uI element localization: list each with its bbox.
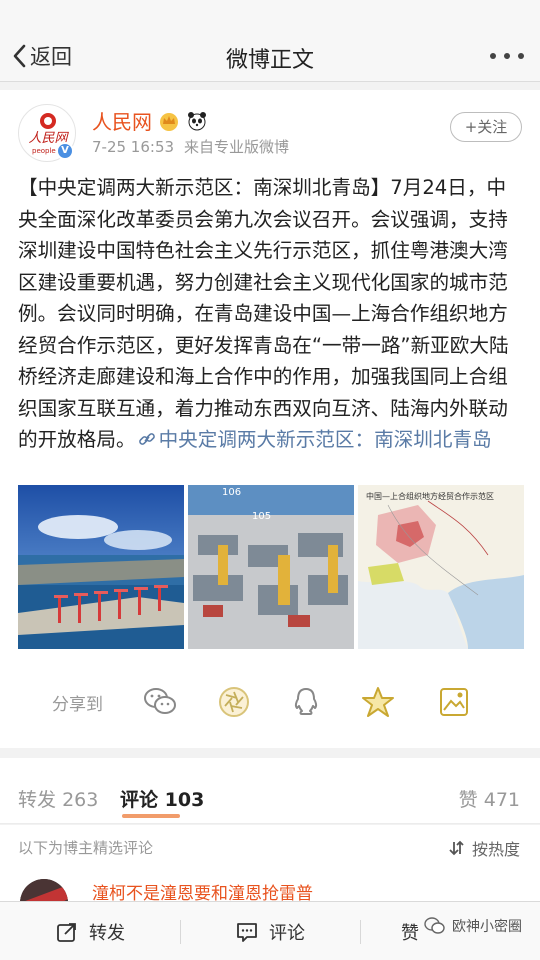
post-meta: 7-25 16:53 来自专业版微博: [92, 136, 289, 157]
commenter-name[interactable]: 潼柯不是潼恩要和潼恩抢雷普: [92, 879, 313, 901]
image-grid: 106 105 中国—上合组织地方经贸合作示范区: [18, 485, 524, 649]
featured-comments-note: 以下为博主精选评论: [18, 839, 154, 857]
author-name-link[interactable]: 人民网: [92, 106, 208, 135]
tab-likes-count: 471: [483, 789, 520, 811]
comment-label: 评论: [269, 922, 305, 944]
comment-tabs: 转发 263 评论 103 赞 471: [0, 758, 540, 824]
image-number-2: 105: [252, 511, 271, 522]
more-icon[interactable]: [490, 48, 524, 64]
watermark-text: 欧神小密圈: [452, 919, 522, 935]
moments-icon[interactable]: [216, 684, 252, 720]
status-bar: [0, 0, 540, 30]
repost-button[interactable]: 转发: [0, 902, 180, 960]
qzone-icon[interactable]: [360, 684, 396, 720]
image-number-1: 106: [222, 487, 241, 498]
avatar-logo-sub: people.: [32, 147, 58, 155]
map-title: 中国—上合组织地方经贸合作示范区: [366, 491, 494, 501]
qq-icon[interactable]: [288, 684, 324, 720]
active-tab-indicator: [122, 814, 180, 818]
tab-reposts-count: 263: [62, 789, 99, 811]
post-time: 7-25 16:53: [92, 138, 175, 156]
crown-icon: [160, 112, 178, 131]
post-text: 【中央定调两大新示范区：南深圳北青岛】7月24日，中央全面深化改革委员会第九次会…: [18, 176, 509, 451]
panda-icon: [188, 111, 206, 130]
tab-likes[interactable]: 赞 471: [459, 785, 520, 812]
repost-icon: [57, 922, 76, 942]
tab-reposts[interactable]: 转发 263: [18, 785, 98, 812]
post-image-port[interactable]: [18, 485, 184, 649]
wechat-icon: [424, 917, 445, 934]
watermark: 欧神小密圈: [424, 916, 522, 936]
post-source: 来自专业版微博: [184, 138, 290, 156]
sort-button[interactable]: 按热度: [448, 836, 520, 860]
back-label: 返回: [30, 45, 72, 69]
comment-header: 以下为博主精选评论 按热度: [0, 825, 540, 871]
like-label: 赞: [401, 922, 419, 944]
share-row: 分享到: [0, 680, 540, 724]
author-name: 人民网: [92, 110, 152, 134]
verified-icon: V: [56, 142, 74, 160]
post-card: 人民网 people. V 人民网 7-25 16:53 来自专业版微博 +关注 …: [0, 90, 540, 748]
page-title: 微博正文: [225, 48, 314, 73]
share-label: 分享到: [52, 695, 103, 715]
tab-comments-count: 103: [164, 789, 205, 811]
nav-bar: 返回 微博正文: [0, 30, 540, 82]
tab-comments-label: 评论: [120, 789, 159, 811]
post-body: 【中央定调两大新示范区：南深圳北青岛】7月24日，中央全面深化改革委员会第九次会…: [18, 172, 524, 456]
bottom-action-bar: 转发 评论 赞 欧神小密圈: [0, 901, 540, 960]
chevron-left-icon: [13, 44, 26, 68]
tab-reposts-label: 转发: [18, 789, 57, 811]
save-image-icon[interactable]: [436, 684, 472, 720]
back-button[interactable]: 返回: [12, 40, 72, 72]
comment-button[interactable]: 评论: [180, 902, 360, 960]
link-icon: [138, 433, 155, 445]
comment-icon: [237, 922, 257, 942]
topic-link[interactable]: 中央定调两大新示范区：南深圳北青岛: [159, 428, 492, 451]
post-image-map[interactable]: 中国—上合组织地方经贸合作示范区: [358, 485, 524, 649]
sort-label: 按热度: [471, 840, 520, 859]
follow-button[interactable]: +关注: [450, 112, 522, 142]
post-image-terminal[interactable]: 106 105: [188, 485, 354, 649]
repost-label: 转发: [89, 922, 125, 944]
tab-likes-label: 赞: [458, 789, 478, 811]
sort-icon: [449, 840, 464, 856]
comment-item: 潼柯不是潼恩要和潼恩抢雷普: [0, 871, 540, 901]
commenter-avatar[interactable]: [20, 879, 68, 901]
tab-comments[interactable]: 评论 103: [120, 785, 204, 812]
wechat-icon[interactable]: [142, 684, 178, 720]
